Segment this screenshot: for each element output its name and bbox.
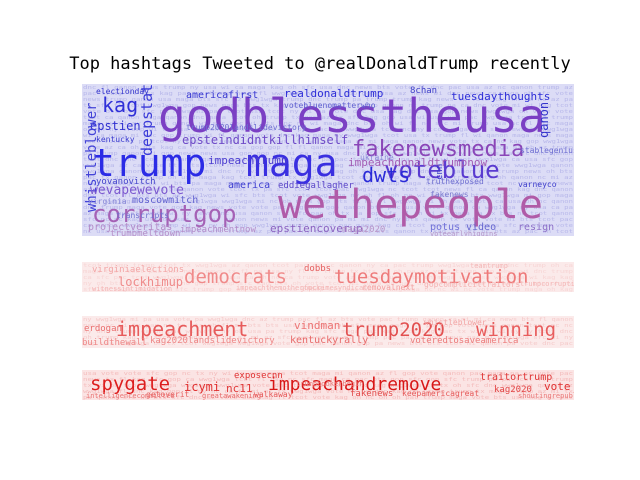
hashtag-word: trumpcorruption: [520, 280, 583, 288]
hashtag-word: americafirst: [186, 90, 258, 101]
wordcloud-panel-1: dnc fl qanon news trump ny usa wi ca mag…: [82, 84, 578, 239]
wordcloud-panel-3: ny wwg1wga mi pa usa vote pa wwg1wga dnc…: [82, 316, 574, 348]
hashtag-word: eddiegallagher: [278, 181, 354, 191]
wordcloud-chart: dnc fl qanon news trump ny usa wi ca mag…: [82, 84, 598, 401]
hashtag-word: resign: [518, 222, 554, 233]
hashtag-word: teamtrump: [470, 262, 508, 270]
hashtag-word: voteredtosaveamerica: [410, 336, 518, 346]
hashtag-word: maga2020: [342, 225, 385, 235]
hashtag-word: keepamericagreat: [402, 389, 479, 398]
hashtag-word: trump2020landslidevictory: [186, 123, 307, 132]
hashtag-word: trumpbookerbegin: [296, 380, 363, 388]
hashtag-word: buildthewall: [82, 338, 147, 348]
hashtag-word: virginiaelections: [92, 265, 184, 275]
wordcloud-words: democrats tuesdaymotivationlockhimupvirgi…: [92, 262, 583, 293]
hashtag-word: traitortrump: [480, 372, 552, 383]
hashtag-word: voteearlyhiggins: [430, 230, 497, 238]
hashtag-word: yovanovitch: [96, 177, 156, 187]
hashtag-word: gopcomplicittraitors: [424, 280, 521, 289]
wordcloud-panel-4: usa vote vote sfc gop nc tx ny wi tx usa…: [82, 370, 598, 401]
hashtag-word: fakenews: [430, 190, 469, 199]
hashtag-word: truthexposed: [426, 177, 484, 186]
hashtag-word: electionday: [96, 87, 149, 96]
hashtag-word: greatawakening: [202, 392, 261, 400]
hashtag-word: qanon: [537, 102, 551, 138]
hashtag-word: realdonaldtrump: [284, 87, 383, 100]
hashtag-word: impeachtrump: [208, 154, 287, 167]
hashtag-word: erdogan: [84, 324, 122, 334]
hashtag-word: votebluenomatterwho: [284, 101, 376, 110]
hashtag-word: tuesdaythoughts: [451, 90, 550, 103]
hashtag-word: shoutingrepublicans: [518, 392, 598, 400]
hashtag-word: varneyco: [518, 180, 557, 189]
hashtag-word: transcripts: [116, 211, 169, 220]
hashtag-word: ukraine: [360, 153, 394, 162]
hashtag-word: america: [228, 180, 270, 191]
hashtag-word: dobbs: [304, 264, 331, 274]
hashtag-word: kag: [102, 93, 138, 117]
hashtag-word: moscowmitch: [132, 195, 198, 206]
hashtag-word: fakenews: [350, 389, 393, 399]
hashtag-word: epsteindidntkillhimself: [182, 133, 348, 147]
wordcloud-panel-2: tcot trump trump tcot tx wwg1wga az qano…: [82, 262, 583, 293]
hashtag-word: impeachmentnow: [180, 225, 256, 235]
hashtag-word: virginia: [88, 197, 127, 206]
hashtag-word: exposecnn: [234, 371, 283, 381]
hashtag-word: 8chan: [410, 86, 437, 96]
hashtag-word: kentucky: [96, 135, 135, 144]
wordcloud-words: godblesstheusatrump magawethepeoplefakene…: [84, 84, 578, 239]
hashtag-word: gopcrimesyndicate: [300, 284, 372, 292]
hashtag-word: whistleblower: [424, 318, 487, 327]
hashtag-word: witnessintimidation: [92, 285, 172, 293]
hashtag-word: intelligencecommittee: [86, 392, 175, 400]
hashtag-word: kag2020landslidevictory: [150, 336, 275, 346]
hashtag-word: stablegenius: [520, 146, 578, 155]
hashtag-word: trumpmeltdown: [110, 229, 180, 239]
hashtag-word: vindman: [294, 319, 340, 332]
hashtag-word: kentuckyrally: [290, 335, 368, 346]
